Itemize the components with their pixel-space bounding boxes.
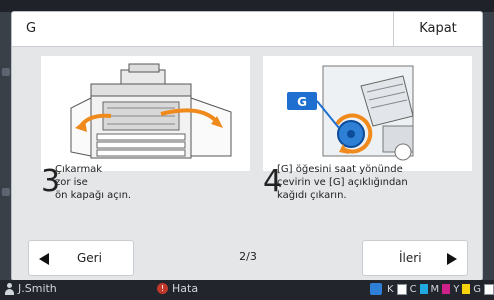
step-4-text: 4 [G] öğesini saat yönünde çevirin ve [G… (263, 162, 473, 222)
user-name: J.Smith (18, 282, 57, 295)
network-icon (370, 283, 382, 295)
dialog-footer: Geri 2/3 İleri (28, 240, 468, 276)
ink-levels: K C M Y G (370, 283, 494, 295)
g-knob-image: G (263, 56, 472, 171)
caption-line: Çıkarmak (55, 164, 103, 175)
background-right-strip (482, 12, 494, 280)
ink-label-m: M (430, 283, 440, 295)
caption-line: çevirin ve [G] açıklığından (277, 177, 408, 188)
back-button[interactable]: Geri (28, 240, 134, 276)
error-icon: ! (157, 283, 168, 294)
background-top-bar (0, 0, 494, 12)
ink-level-y (462, 284, 471, 294)
ink-label-c: C (409, 283, 417, 295)
jam-help-dialog: G Kapat G 3 Çıkarmak zor ise ön kapağı a… (12, 12, 482, 280)
ink-label-k: K (387, 283, 394, 295)
status-bar: J.Smith ! Hata K C M Y G (0, 280, 494, 300)
caption-line: ön kapağı açın. (55, 190, 132, 201)
ink-label-y: Y (453, 283, 460, 295)
dialog-title: G (26, 21, 37, 36)
next-button[interactable]: İleri (362, 240, 468, 276)
back-label: Geri (77, 251, 102, 265)
background-left-marker (2, 188, 10, 196)
close-button[interactable]: Kapat (393, 12, 482, 46)
caption-line: kağıdı çıkarın. (277, 190, 347, 201)
arrow-left-icon (39, 253, 49, 265)
g-callout-label: G (297, 95, 307, 109)
step-caption: [G] öğesini saat yönünde çevirin ve [G] … (277, 163, 408, 202)
step-3-illustration (41, 56, 250, 171)
dialog-header: G Kapat (12, 12, 482, 47)
ink-level-k (396, 283, 407, 295)
user-icon (4, 282, 15, 295)
background-left-strip (0, 12, 12, 280)
error-label: Hata (172, 282, 199, 295)
ink-level-g (484, 283, 494, 295)
step-4-illustration: G (263, 56, 472, 171)
page-indicator: 2/3 (239, 250, 257, 263)
ink-level-c (419, 284, 428, 294)
background-left-marker (2, 68, 10, 76)
arrow-right-icon (447, 253, 457, 265)
caption-line: zor ise (55, 177, 88, 188)
error-status[interactable]: ! Hata (157, 282, 198, 295)
user-status[interactable]: J.Smith (4, 282, 57, 295)
step-caption: Çıkarmak zor ise ön kapağı açın. (55, 163, 131, 202)
ink-level-m (442, 284, 451, 294)
printer-front-cover-image (70, 63, 232, 159)
next-label: İleri (399, 251, 422, 265)
caption-line: [G] öğesini saat yönünde (277, 164, 403, 175)
step-3-text: 3 Çıkarmak zor ise ön kapağı açın. (41, 162, 251, 222)
ink-label-g: G (473, 283, 482, 295)
